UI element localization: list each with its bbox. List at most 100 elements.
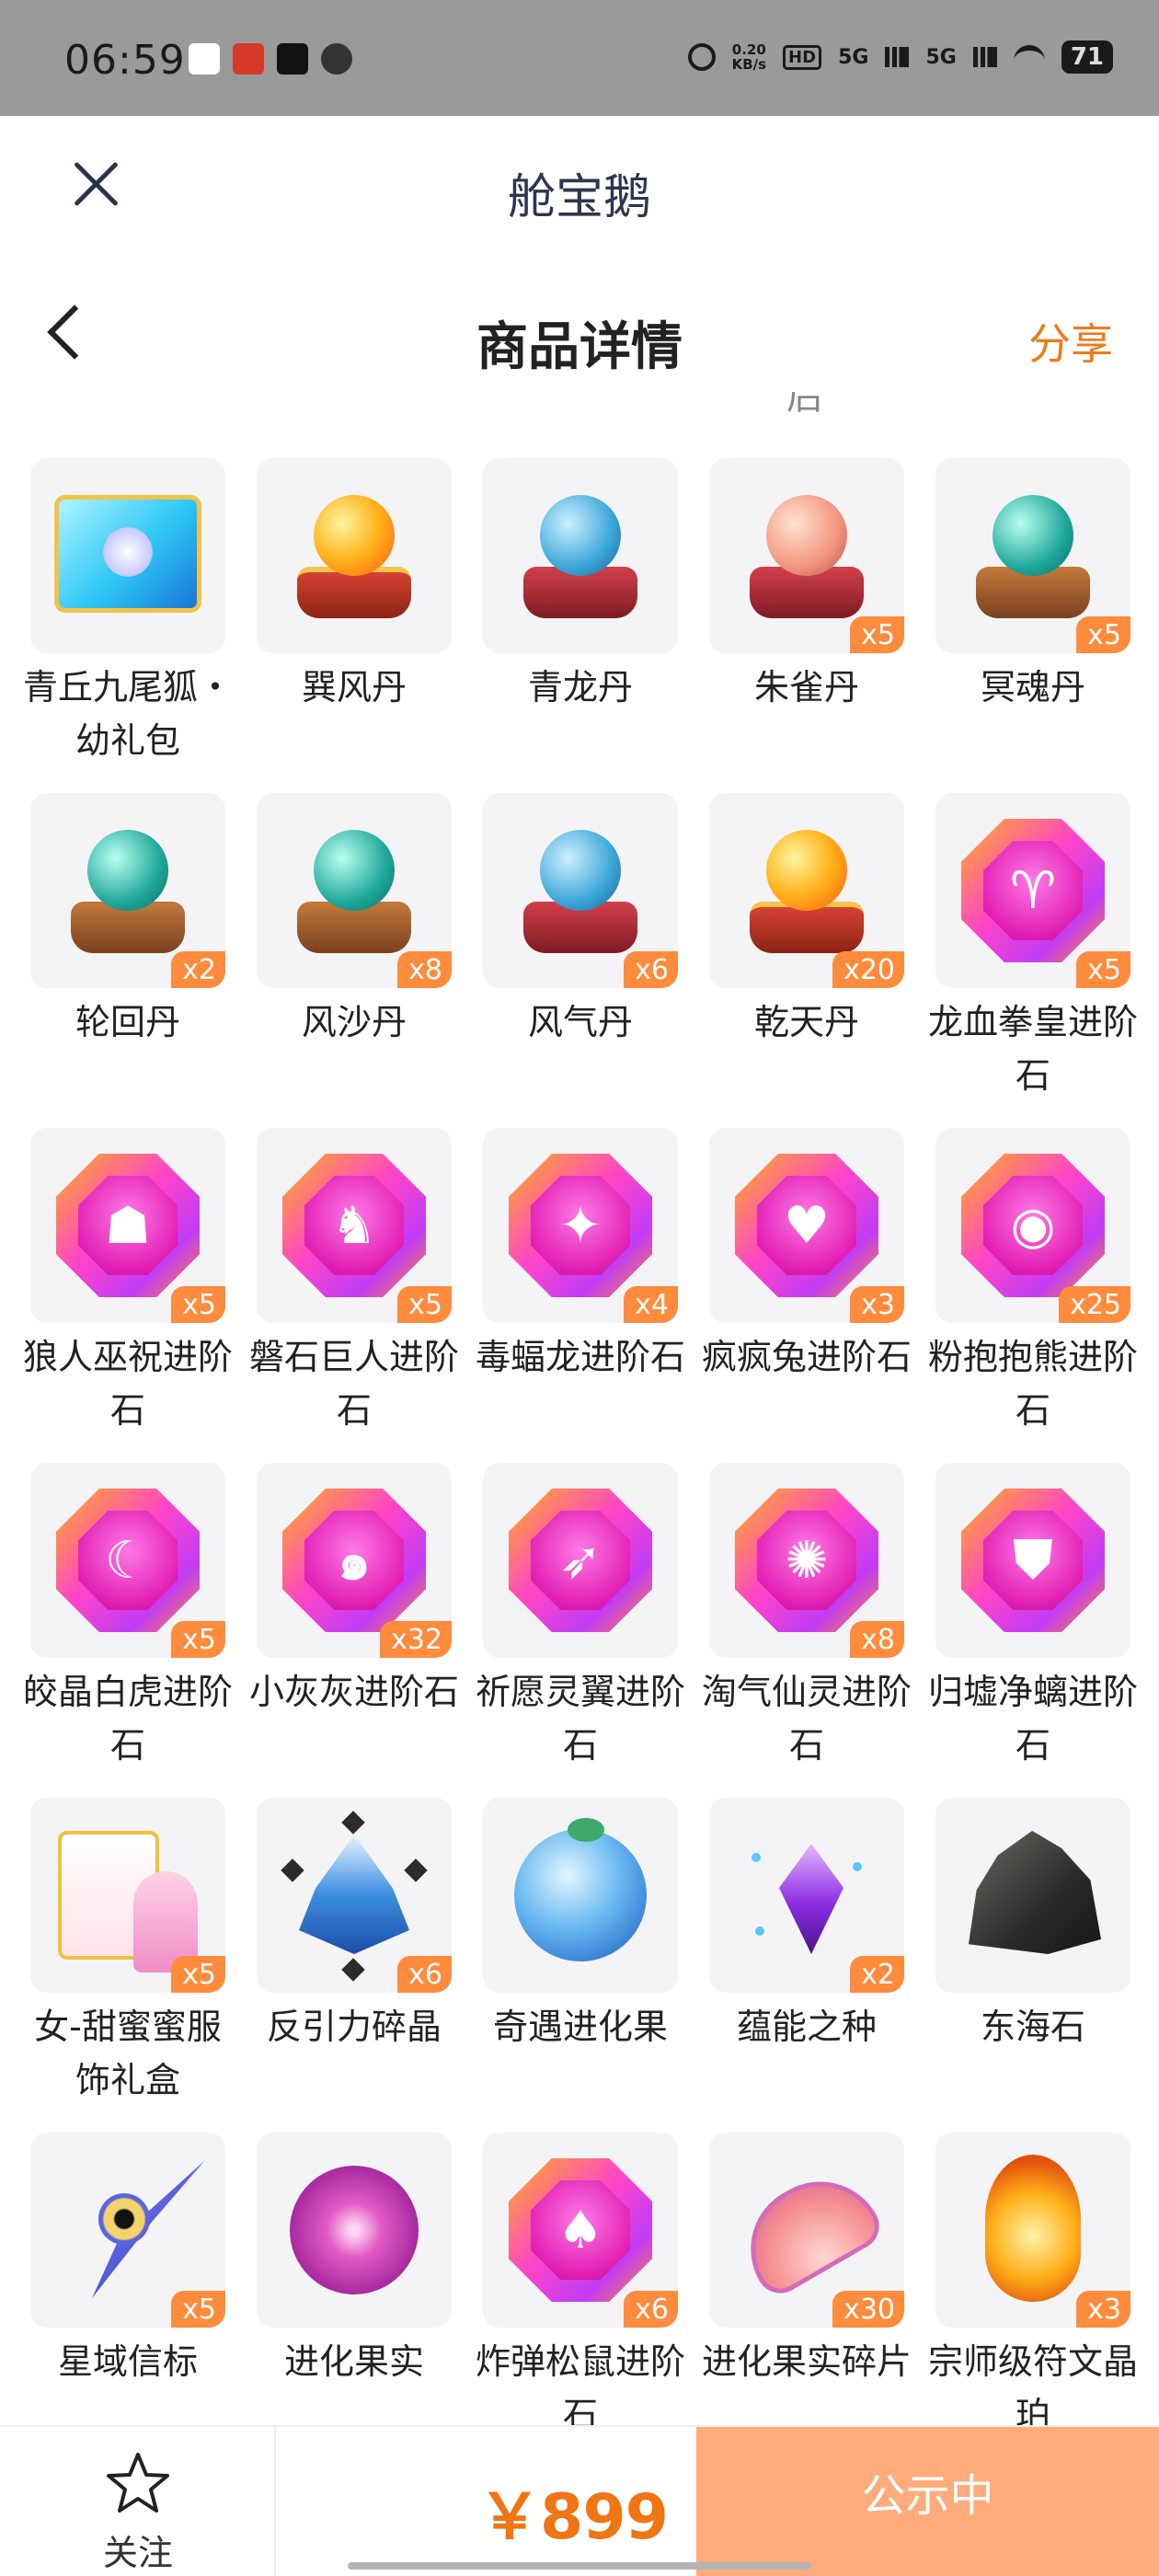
- item-card[interactable]: ◉ x25 粉抱抱熊进阶石: [928, 1128, 1138, 1463]
- item-card[interactable]: ♥ x3 疯疯兔进阶石: [702, 1128, 912, 1463]
- item-card[interactable]: ♈ x5 龙血拳皇进阶石: [928, 793, 1138, 1128]
- evolution-gem-icon: ♥ x3: [709, 1128, 904, 1323]
- quantity-badge: x5: [1076, 616, 1130, 653]
- item-name: 小灰灰进阶石: [248, 1672, 459, 1712]
- fruit-fragment-icon: x30: [709, 2133, 904, 2328]
- item-card[interactable]: x2 轮回丹: [30, 793, 225, 1128]
- item-name: 磐石巨人进阶石: [248, 1337, 459, 1431]
- item-name: 青丘九尾狐・幼礼包: [22, 667, 233, 761]
- item-card[interactable]: ☗ x5 狼人巫祝进阶石: [23, 1128, 233, 1463]
- item-card[interactable]: x2 蕴能之种: [709, 1798, 904, 2133]
- item-card[interactable]: x3 宗师级符文晶珀: [928, 2133, 1138, 2425]
- icon-shape: ☗: [56, 1154, 200, 1297]
- item-card[interactable]: x30 进化果实碎片: [702, 2133, 912, 2425]
- quantity-badge: x30: [832, 2291, 904, 2328]
- evolution-gem-icon: ◉ x25: [935, 1128, 1130, 1323]
- evolution-gem-icon: ✺ x8: [709, 1463, 904, 1658]
- item-name: 乾天丹: [753, 1002, 859, 1042]
- item-card[interactable]: ๑ x32 小灰灰进阶石: [249, 1463, 459, 1798]
- item-list-scroll-area[interactable]: 后 青丘九尾狐・幼礼包 巽风丹 青龙丹 x5 朱雀丹 x5 冥魂丹 x2 轮回丹 x8 风沙丹 x6 风…: [0, 392, 1159, 2425]
- quantity-badge: x3: [1076, 2291, 1130, 2328]
- star-icon: [107, 2453, 169, 2513]
- evolution-gem-icon: ⛊: [935, 1463, 1130, 1658]
- icon-shape: ♥: [735, 1154, 878, 1297]
- evolution-gem-icon: ๑ x32: [257, 1463, 452, 1658]
- item-card[interactable]: 进化果实: [257, 2133, 452, 2425]
- item-name: 龙血拳皇进阶石: [927, 1002, 1138, 1096]
- item-name: 炸弹松鼠进阶石: [475, 2341, 685, 2425]
- item-name: 巽风丹: [301, 667, 407, 707]
- hd-badge: HD: [783, 44, 822, 70]
- item-name: 淘气仙灵进阶石: [701, 1672, 912, 1765]
- item-card[interactable]: ➶ 祈愿灵翼进阶石: [476, 1463, 685, 1798]
- signal-5g-2: 5G: [925, 45, 957, 69]
- home-indicator[interactable]: [348, 2562, 811, 2570]
- app-header: 舱宝鹅: [0, 116, 1159, 254]
- item-card[interactable]: x5 冥魂丹: [935, 458, 1130, 793]
- price: ￥899: [478, 2481, 669, 2554]
- item-card[interactable]: 青龙丹: [483, 458, 678, 793]
- item-card[interactable]: x6 风气丹: [483, 793, 678, 1128]
- icon-shape: [281, 1858, 304, 1882]
- item-card[interactable]: x5 星域信标: [30, 2133, 225, 2425]
- status-bar: 06:59 0.20 KB/s HD 5G 5G 71: [0, 0, 1159, 116]
- item-name: 祈愿灵翼进阶石: [475, 1672, 685, 1765]
- battery-indicator: 71: [1061, 40, 1113, 74]
- pink-orb-icon: x5: [709, 458, 904, 653]
- status-indicators: 0.20 KB/s HD 5G 5G 71: [687, 40, 1113, 74]
- icon-shape: [540, 830, 621, 911]
- item-card[interactable]: ⛊ 归墟净螭进阶石: [928, 1463, 1138, 1798]
- publicity-status-button[interactable]: 公示中: [696, 2427, 1159, 2576]
- amber-egg-icon: x3: [935, 2133, 1130, 2328]
- share-button[interactable]: 分享: [1028, 311, 1113, 372]
- item-name: 毒蝠龙进阶石: [475, 1337, 685, 1377]
- status-time: 06:59: [64, 37, 186, 84]
- icon-shape: [540, 495, 621, 576]
- icon-shape: [87, 830, 168, 911]
- item-card[interactable]: 巽风丹: [257, 458, 452, 793]
- notification-icons: [189, 43, 352, 75]
- item-card[interactable]: ☾ x5 皎晶白虎进阶石: [23, 1463, 233, 1798]
- icon-shape: [752, 1853, 761, 1862]
- teal-orb-icon: x5: [935, 458, 1130, 653]
- icon-shape: [54, 495, 201, 613]
- item-card[interactable]: 奇遇进化果: [483, 1798, 678, 2133]
- item-card[interactable]: ♞ x5 磐石巨人进阶石: [249, 1128, 459, 1463]
- item-name: 进化果实: [283, 2341, 424, 2382]
- wechat-icon: [321, 43, 352, 75]
- icon-shape: ☾: [56, 1489, 200, 1632]
- icon-shape: [568, 1818, 604, 1842]
- item-card[interactable]: x5 朱雀丹: [709, 458, 904, 793]
- quantity-badge: x3: [850, 1286, 904, 1323]
- item-card[interactable]: x5 女-甜蜜蜜服饰礼盒: [30, 1798, 225, 2133]
- item-card[interactable]: 东海石: [935, 1798, 1130, 2133]
- teal-orb-icon: x2: [30, 793, 225, 988]
- game-notification-icon: [233, 43, 264, 75]
- icon-shape: ✦: [509, 1154, 652, 1297]
- item-card[interactable]: ✺ x8 淘气仙灵进阶石: [702, 1463, 912, 1798]
- follow-button[interactable]: 关注: [0, 2427, 276, 2576]
- icon-shape: [993, 495, 1073, 576]
- icon-shape: [755, 1926, 764, 1936]
- item-name: 青龙丹: [527, 667, 633, 707]
- item-card[interactable]: ♠ x6 炸弹松鼠进阶石: [476, 2133, 685, 2425]
- clipped-item-label: 后: [786, 392, 823, 414]
- quantity-badge: x8: [850, 1621, 904, 1658]
- page-title: 商品详情: [476, 317, 683, 377]
- quantity-badge: x5: [850, 616, 904, 653]
- icon-shape: [727, 2157, 889, 2303]
- quantity-badge: x8: [397, 951, 452, 988]
- item-card[interactable]: x8 风沙丹: [257, 793, 452, 1128]
- signal-5g-1: 5G: [838, 45, 869, 69]
- icon-shape: ♞: [282, 1154, 426, 1297]
- icon-shape: [341, 1958, 365, 1982]
- item-name: 粉抱抱熊进阶石: [927, 1337, 1138, 1431]
- item-name: 冥魂丹: [980, 667, 1085, 707]
- item-card[interactable]: ✦ x4 毒蝠龙进阶石: [476, 1128, 685, 1463]
- item-card[interactable]: x6 反引力碎晶: [257, 1798, 452, 2133]
- item-card[interactable]: x20 乾天丹: [709, 793, 904, 1128]
- item-card[interactable]: 青丘九尾狐・幼礼包: [23, 458, 233, 793]
- evolution-gem-icon: ➶: [483, 1463, 678, 1658]
- icon-shape: [404, 1858, 428, 1882]
- signal-bars-icon: [885, 47, 910, 67]
